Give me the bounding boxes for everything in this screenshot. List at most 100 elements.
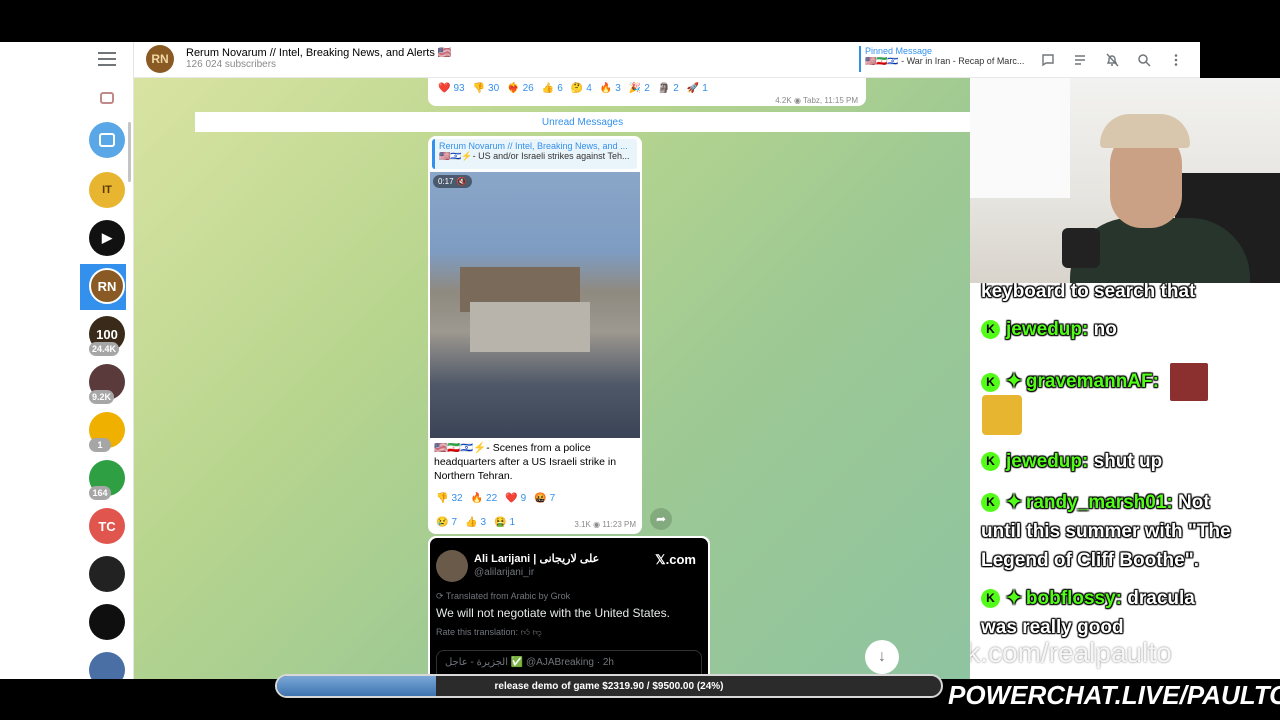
stream-screen: IT ▶ RN 100 24.4K 9.2K 1 164 TC RN Rerum Novarum…: [0, 0, 1280, 720]
reaction-count: 3: [615, 83, 621, 94]
sidebar-chat-avatar[interactable]: RN: [89, 268, 125, 304]
chat-text: until this summer with "The: [981, 521, 1231, 542]
translated-text: Translated from Arabic by Grok: [445, 591, 571, 601]
reaction-chip[interactable]: 🔥 3: [600, 83, 621, 94]
reaction-count: 4: [586, 83, 592, 94]
chat-message-continuation: Legend of Cliff Boothe".: [981, 546, 1199, 575]
chat-text: dracula: [1127, 588, 1195, 609]
video-duration: 0:17 🔇: [433, 175, 472, 188]
scroll-down-button[interactable]: ↓: [865, 640, 899, 674]
chat-username[interactable]: gravemannAF:: [1026, 371, 1159, 392]
reaction-chip[interactable]: 👍 3: [465, 517, 486, 528]
x-post-card[interactable]: Ali Larijani | علی لاریجانی @alilarijani…: [428, 536, 710, 679]
list-icon[interactable]: [1071, 51, 1089, 69]
x-avatar[interactable]: [436, 550, 468, 582]
sidebar-avatar-initials: ▶: [102, 230, 112, 245]
thumbs-up-icon[interactable]: 👍︎: [521, 627, 530, 637]
chat-text: shut up: [1093, 451, 1163, 472]
reaction-chip[interactable]: 😢 7: [436, 517, 457, 528]
sidebar-chat-avatar[interactable]: IT: [89, 172, 125, 208]
unread-count-badge: 1: [89, 438, 111, 452]
reaction-count: 32: [451, 493, 463, 504]
bell-off-icon[interactable]: [1103, 51, 1121, 69]
search-icon[interactable]: [1135, 51, 1153, 69]
x-post-inner: Ali Larijani | علی لاریجانی @alilarijani…: [430, 538, 708, 679]
eye-icon: ◉: [793, 96, 801, 105]
reaction-chip[interactable]: 🤔 4: [571, 83, 592, 94]
chat-username[interactable]: bobflossy:: [1026, 588, 1122, 609]
reaction-chip[interactable]: 🗿 2: [658, 83, 679, 94]
x-author-handle[interactable]: @alilarijani_ir: [474, 567, 534, 578]
reaction-count: 1: [702, 83, 708, 94]
chat-username[interactable]: jewedup:: [1006, 319, 1088, 340]
chat-message-continuation: until this summer with "The: [981, 517, 1231, 546]
reaction-count: 1: [509, 517, 516, 528]
channel-avatar[interactable]: RN: [146, 45, 174, 73]
chat-area[interactable]: ❤️ 93 👎 30 ❤️‍🔥 26 👍 6 🤔 4 🔥 3 🎉 2 🗿 2 🚀 1 4.2K ◉ Tabz, 1…: [134, 78, 970, 679]
reaction-emoji: 👎: [472, 83, 486, 94]
chat-list-sidebar: IT ▶ RN 100 24.4K 9.2K 1 164 TC: [80, 42, 134, 688]
chat-username[interactable]: jewedup:: [1006, 451, 1088, 472]
video-caption: 🇺🇸🇮🇷🇮🇱⚡- Scenes from a police headquarte…: [434, 442, 617, 482]
sidebar-chat-avatar[interactable]: ▶: [89, 220, 125, 256]
left-margin: [0, 42, 80, 679]
chat-emote-image: [982, 395, 1022, 435]
rate-label: Rate this translation:: [436, 627, 519, 637]
reaction-count: 9: [520, 493, 527, 504]
reaction-chip[interactable]: ❤️ 93: [438, 83, 465, 94]
reaction-emoji: 🤔: [570, 83, 584, 94]
reaction-chip[interactable]: ❤️‍🔥 26: [507, 83, 534, 94]
reaction-count: 7: [549, 493, 556, 504]
reaction-chip[interactable]: 🤮 1: [494, 517, 515, 528]
channel-title[interactable]: Rerum Novarum // Intel, Breaking News, a…: [186, 46, 452, 59]
chat-icon[interactable]: [1039, 51, 1057, 69]
thumbs-down-icon[interactable]: 👎︎: [532, 627, 541, 637]
reaction-chip[interactable]: 🤬 7: [534, 493, 555, 504]
reaction-count: 7: [451, 517, 458, 528]
reaction-count: 30: [488, 83, 500, 94]
chat-message-continuation: keyboard to search that: [981, 283, 1195, 306]
reaction-chip[interactable]: 👍 6: [542, 83, 563, 94]
subscriber-badge-icon: ✦: [1006, 371, 1022, 393]
reaction-chip[interactable]: 🔥 22: [471, 493, 498, 504]
reaction-chip[interactable]: 👎 32: [436, 493, 463, 504]
sidebar-scrollbar[interactable]: [128, 122, 131, 182]
reply-text: 🇺🇸🇮🇱⚡- US and/or Israeli strikes against…: [439, 151, 630, 161]
sidebar-chat-avatar[interactable]: [89, 604, 125, 640]
reaction-chip[interactable]: 🚀 1: [687, 83, 708, 94]
chat-message: Kjewedup: no: [981, 315, 1117, 344]
reaction-count: 93: [453, 83, 465, 94]
unread-count-badge: 9.2K: [89, 390, 115, 404]
webcam-cap: [1100, 114, 1190, 148]
pinned-message[interactable]: Pinned Message 🇺🇸🇮🇷🇮🇱 - War in Iran - Re…: [859, 46, 1029, 72]
chat-message: Kjewedup: shut up: [981, 447, 1162, 476]
video-thumbnail[interactable]: 0:17 🔇: [430, 172, 640, 438]
sidebar-chat-avatar[interactable]: [89, 556, 125, 592]
x-brand[interactable]: 𝕏.com: [655, 552, 696, 568]
video-message[interactable]: Rerum Novarum // Intel, Breaking News, a…: [428, 136, 642, 534]
more-icon[interactable]: [1167, 51, 1185, 69]
reaction-count: 26: [522, 83, 534, 94]
webcam-mic: [1062, 228, 1100, 268]
mute-icon[interactable]: 🔇: [457, 177, 467, 186]
chat-username[interactable]: randy_marsh01:: [1026, 492, 1173, 513]
reaction-chip[interactable]: 🎉 2: [629, 83, 650, 94]
chat-text: Legend of Cliff Boothe".: [981, 550, 1199, 571]
previous-reactions: ❤️ 93 👎 30 ❤️‍🔥 26 👍 6 🤔 4 🔥 3 🎉 2 🗿 2 🚀 1: [438, 78, 716, 96]
reaction-emoji: 🎉: [628, 83, 642, 94]
kick-badge-icon: K: [981, 452, 1000, 472]
x-author-name[interactable]: Ali Larijani | علی لاریجانی: [474, 552, 599, 565]
reaction-count: 6: [557, 83, 563, 94]
saved-messages-icon[interactable]: [89, 122, 125, 158]
previous-message[interactable]: ❤️ 93 👎 30 ❤️‍🔥 26 👍 6 🤔 4 🔥 3 🎉 2 🗿 2 🚀 1 4.2K ◉ Tabz, 1…: [428, 78, 866, 106]
sidebar-chat-avatar[interactable]: TC: [89, 508, 125, 544]
chat-text: no: [1093, 319, 1117, 340]
forward-icon[interactable]: ➦: [650, 508, 672, 530]
reply-preview[interactable]: Rerum Novarum // Intel, Breaking News, a…: [432, 139, 637, 169]
folder-icon[interactable]: [100, 92, 114, 104]
reaction-chip[interactable]: 👎 30: [473, 83, 500, 94]
menu-icon[interactable]: [98, 52, 116, 66]
pinned-text: 🇺🇸🇮🇷🇮🇱 - War in Iran - Recap of Marc...: [865, 56, 1025, 66]
reaction-emoji: 👎: [436, 493, 449, 504]
reaction-chip[interactable]: ❤️ 9: [505, 493, 526, 504]
